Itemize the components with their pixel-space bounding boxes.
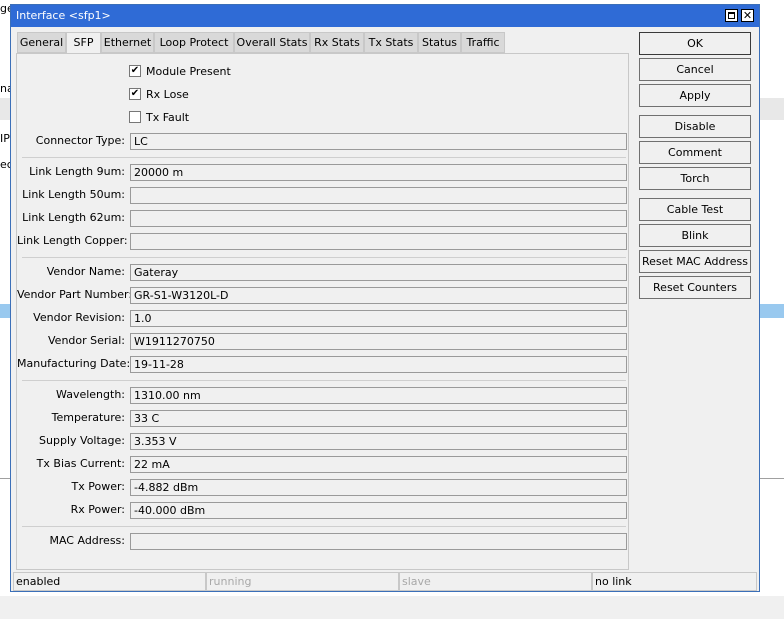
vendor-serial-label: Vendor Serial: [48, 334, 125, 347]
bg-text-fragment: IP [0, 132, 10, 145]
bg-selected-row [0, 304, 10, 318]
restore-icon[interactable] [725, 9, 738, 22]
close-icon[interactable]: ✕ [741, 9, 754, 22]
vendor-name-label: Vendor Name: [46, 265, 125, 278]
bg-panel [0, 596, 784, 619]
reset-counters-button[interactable]: Reset Counters [639, 276, 751, 299]
cancel-button[interactable]: Cancel [639, 58, 751, 81]
rx-power-field[interactable]: -40.000 dBm [130, 502, 627, 519]
comment-button[interactable]: Comment [639, 141, 751, 164]
vendor-revision-label: Vendor Revision: [33, 311, 125, 324]
vendor-serial-field[interactable]: W1911270750 [130, 333, 627, 350]
mac-address-field[interactable] [130, 533, 627, 550]
tab-status[interactable]: Status [418, 32, 461, 53]
tx-bias-current-label: Tx Bias Current: [36, 457, 125, 470]
temperature-label: Temperature: [51, 411, 125, 424]
checkbox-label: Rx Lose [146, 88, 189, 101]
bg-selected-row [760, 304, 784, 318]
bg-list-band [0, 98, 10, 120]
checkbox-box[interactable]: ✔ [129, 88, 141, 100]
tx-bias-current-field[interactable]: 22 mA [130, 456, 627, 473]
link-length-9um-label: Link Length 9um: [29, 165, 125, 178]
wavelength-field[interactable]: 1310.00 nm [130, 387, 627, 404]
tx-power-field[interactable]: -4.882 dBm [130, 479, 627, 496]
vendor-part-number-field[interactable]: GR-S1-W3120L-D [130, 287, 627, 304]
manufacturing-date-field[interactable]: 19-11-28 [130, 356, 627, 373]
separator [22, 380, 626, 381]
vendor-part-number-label: Vendor Part Number: [17, 288, 133, 301]
link-length-62um-field[interactable] [130, 210, 627, 227]
tab-tx-stats[interactable]: Tx Stats [364, 32, 418, 53]
bg-list-band [760, 98, 784, 120]
link-length-copper-field[interactable] [130, 233, 627, 250]
tab-overall-stats[interactable]: Overall Stats [234, 32, 310, 53]
disable-button[interactable]: Disable [639, 115, 751, 138]
window-title: Interface <sfp1> [16, 9, 111, 22]
connector-type-label: Connector Type: [35, 134, 125, 147]
mac-address-label: MAC Address: [49, 534, 125, 547]
connector-type-field[interactable]: LC [130, 133, 627, 150]
supply-voltage-label: Supply Voltage: [39, 434, 125, 447]
separator [22, 157, 626, 158]
checkbox-label: Module Present [146, 65, 231, 78]
ok-button[interactable]: OK [639, 32, 751, 55]
apply-button[interactable]: Apply [639, 84, 751, 107]
bg-divider [760, 478, 784, 479]
link-length-62um-label: Link Length 62um: [22, 211, 125, 224]
interface-dialog: Interface <sfp1> ✕ General SFP Ethernet … [10, 4, 760, 592]
supply-voltage-field[interactable]: 3.353 V [130, 433, 627, 450]
status-running: running [206, 572, 399, 591]
torch-button[interactable]: Torch [639, 167, 751, 190]
vendor-revision-field[interactable]: 1.0 [130, 310, 627, 327]
cable-test-button[interactable]: Cable Test [639, 198, 751, 221]
manufacturing-date-label: Manufacturing Date: [17, 357, 131, 370]
link-length-50um-label: Link Length 50um: [22, 188, 125, 201]
reset-mac-address-button[interactable]: Reset MAC Address [639, 250, 751, 273]
status-enabled: enabled [13, 572, 206, 591]
tab-general[interactable]: General [17, 32, 66, 53]
status-link: no link [592, 572, 757, 591]
title-bar[interactable]: Interface <sfp1> ✕ [11, 5, 759, 27]
link-length-50um-field[interactable] [130, 187, 627, 204]
checkbox-box[interactable] [129, 111, 141, 123]
tx-power-label: Tx Power: [71, 480, 126, 493]
link-length-9um-field[interactable]: 20000 m [130, 164, 627, 181]
separator [22, 257, 626, 258]
status-slave: slave [399, 572, 592, 591]
vendor-name-field[interactable]: Gateray [130, 264, 627, 281]
wavelength-label: Wavelength: [56, 388, 125, 401]
tab-rx-stats[interactable]: Rx Stats [310, 32, 364, 53]
checkbox-box[interactable]: ✔ [129, 65, 141, 77]
tab-sfp[interactable]: SFP [66, 32, 101, 55]
separator [22, 526, 626, 527]
tab-ethernet[interactable]: Ethernet [101, 32, 154, 53]
sfp-panel: ✔ Module Present ✔ Rx Lose Tx Fault Conn… [16, 53, 629, 570]
temperature-field[interactable]: 33 C [130, 410, 627, 427]
link-length-copper-label: Link Length Copper: [17, 234, 128, 247]
checkbox-label: Tx Fault [146, 111, 190, 124]
bg-divider [0, 478, 10, 479]
rx-power-label: Rx Power: [70, 503, 125, 516]
blink-button[interactable]: Blink [639, 224, 751, 247]
tab-loop-protect[interactable]: Loop Protect [154, 32, 234, 53]
tab-traffic[interactable]: Traffic [461, 32, 505, 53]
status-bar: enabled running slave no link [13, 572, 757, 591]
